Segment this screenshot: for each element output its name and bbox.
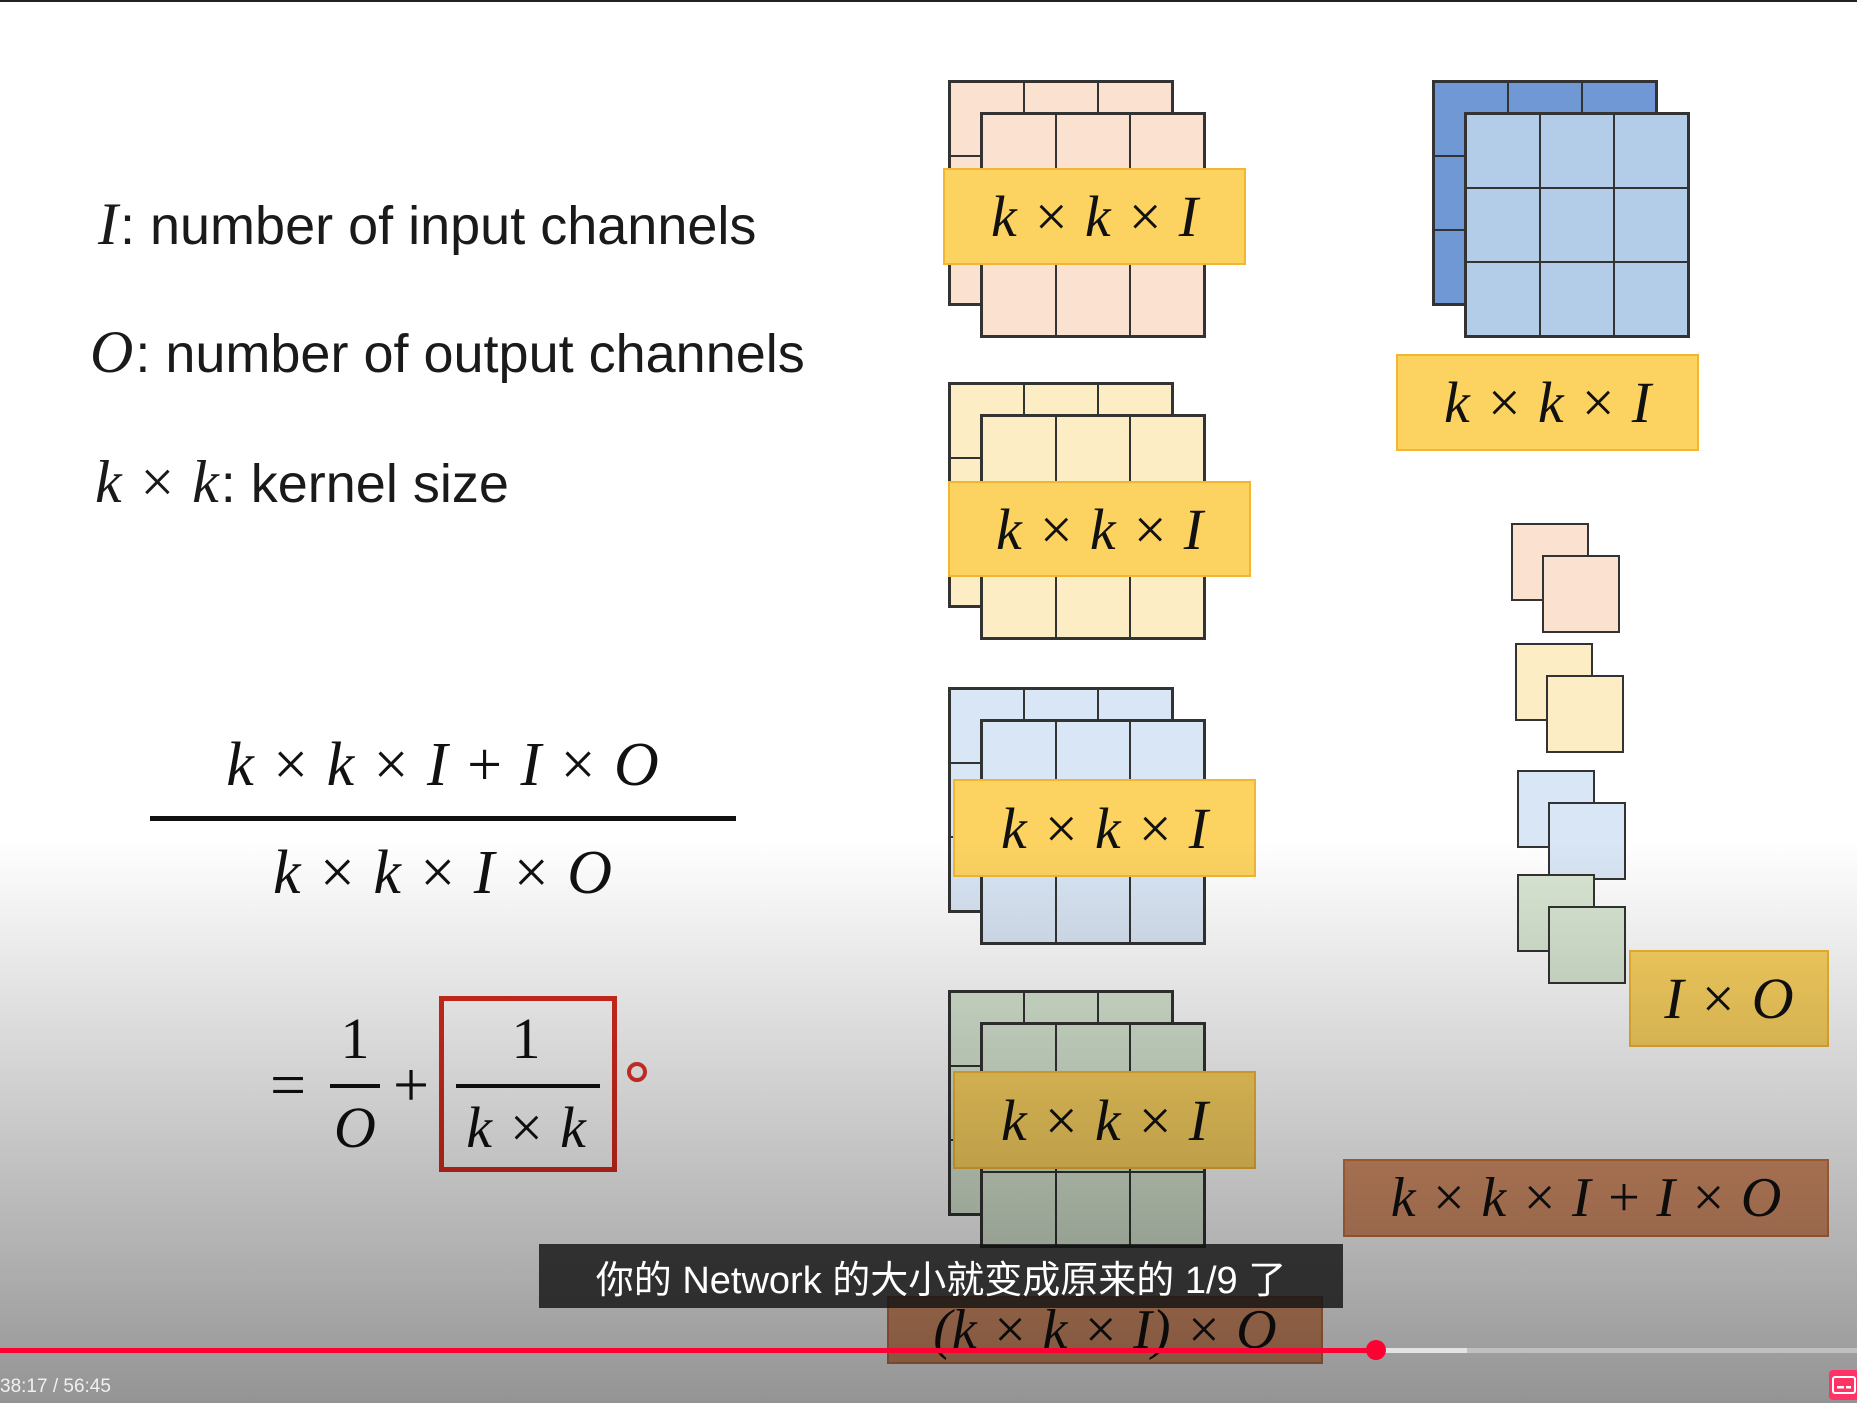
- term2-fraction-bar: [456, 1084, 600, 1088]
- symbol-o: O: [90, 319, 134, 385]
- plus-sign: +: [393, 1049, 430, 1120]
- ratio-fraction-bar: [150, 816, 736, 821]
- pointwise-square-green-front: [1548, 906, 1626, 984]
- term1-denominator: O: [334, 1095, 376, 1160]
- progress-bar[interactable]: [0, 1340, 1857, 1360]
- separable-total-label: k × k × I + I × O: [1343, 1159, 1829, 1237]
- depthwise-label-1: k × k × I: [943, 168, 1246, 265]
- subtitles-icon-glyph: [1832, 1376, 1856, 1394]
- time-display: 38:17 / 56:45: [0, 1376, 111, 1398]
- progress-played: [0, 1348, 1377, 1353]
- pointwise-square-yellow-front: [1546, 675, 1624, 753]
- top-border: [0, 0, 1857, 2]
- term1-fraction-bar: [330, 1084, 380, 1088]
- pointwise-square-peach-front: [1542, 555, 1620, 633]
- pointwise-square-blue-front: [1548, 802, 1626, 880]
- symbol-kxk: k × k: [95, 449, 219, 515]
- definition-text: : kernel size: [220, 454, 509, 514]
- definition-input-channels: I: number of input channels: [98, 190, 756, 259]
- pointwise-label: I × O: [1629, 950, 1829, 1047]
- depthwise-label-2: k × k × I: [948, 481, 1251, 577]
- time-separator: /: [47, 1376, 64, 1397]
- lecture-slide: I: number of input channels O: number of…: [0, 0, 1857, 1403]
- ratio-denominator: k × k × I × O: [273, 839, 612, 907]
- filter-front-grid: [1464, 112, 1690, 338]
- current-time: 38:17: [0, 1376, 48, 1397]
- term2-numerator: 1: [511, 1006, 541, 1071]
- definition-text: : number of output channels: [135, 324, 805, 384]
- term2-denominator: k × k: [466, 1095, 586, 1160]
- depthwise-label-4: k × k × I: [953, 1071, 1256, 1169]
- term1-numerator: 1: [340, 1006, 370, 1071]
- equals-sign: =: [270, 1049, 307, 1120]
- definition-text: : number of input channels: [119, 196, 757, 256]
- progress-scrubber-handle[interactable]: [1366, 1340, 1387, 1360]
- subtitle-caption: 你的 Network 的大小就变成原来的 1/9 了: [539, 1244, 1343, 1308]
- definition-kernel-size: k × k: kernel size: [95, 448, 509, 517]
- total-time: 56:45: [63, 1376, 111, 1397]
- definition-output-channels: O: number of output channels: [90, 318, 805, 387]
- depthwise-label-3: k × k × I: [953, 779, 1256, 877]
- laser-pointer: [627, 1062, 647, 1082]
- ratio-numerator: k × k × I + I × O: [226, 731, 659, 799]
- symbol-i: I: [98, 191, 118, 257]
- subtitles-icon[interactable]: [1829, 1370, 1857, 1400]
- standard-filter-label: k × k × I: [1396, 354, 1699, 451]
